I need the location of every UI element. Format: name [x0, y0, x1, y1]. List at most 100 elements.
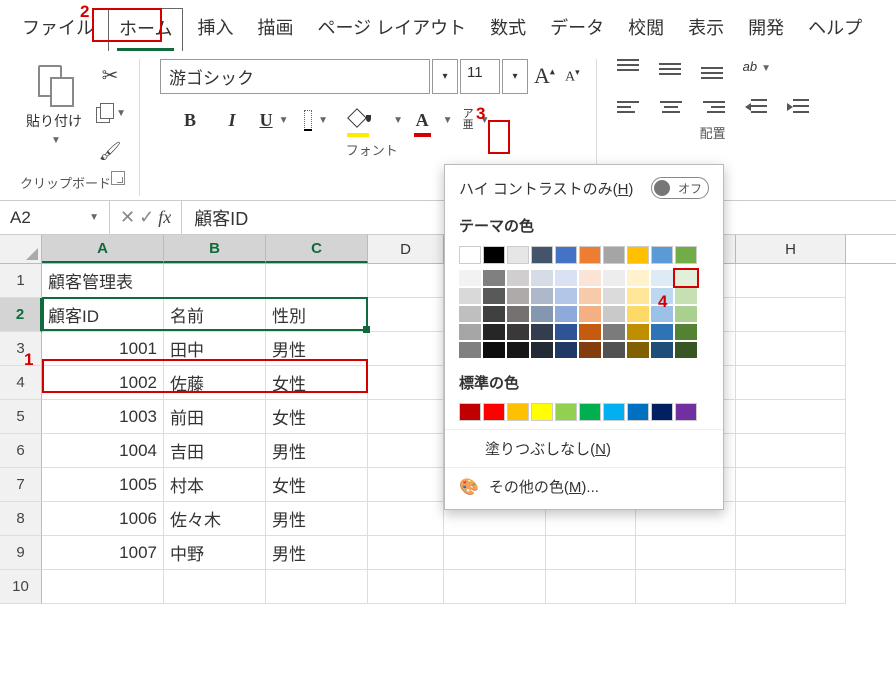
align-top-button[interactable] — [617, 59, 641, 79]
tab-file[interactable]: ファイル — [12, 8, 104, 51]
color-swatch[interactable] — [531, 324, 553, 340]
copy-button[interactable] — [94, 97, 126, 129]
color-swatch[interactable] — [483, 270, 505, 286]
row-header[interactable]: 1 — [0, 264, 42, 298]
font-color-button[interactable]: A — [422, 106, 446, 134]
increase-font-size-button[interactable]: A▴ — [530, 59, 559, 94]
color-swatch[interactable] — [603, 246, 625, 264]
cell[interactable] — [368, 468, 444, 502]
underline-button[interactable]: U — [262, 106, 286, 134]
tab-formulas[interactable]: 数式 — [480, 8, 536, 51]
cell[interactable] — [368, 434, 444, 468]
cell[interactable]: 顧客ID — [42, 298, 164, 332]
cell[interactable] — [164, 264, 266, 298]
color-swatch[interactable] — [627, 306, 649, 322]
align-left-button[interactable] — [617, 97, 641, 117]
fill-color-dropdown[interactable] — [388, 106, 404, 134]
col-header-c[interactable]: C — [266, 235, 368, 263]
cell[interactable]: 名前 — [164, 298, 266, 332]
cell[interactable] — [164, 570, 266, 604]
color-swatch[interactable] — [579, 246, 601, 264]
color-swatch[interactable] — [579, 342, 601, 358]
cell[interactable] — [368, 366, 444, 400]
color-swatch[interactable] — [675, 270, 697, 286]
align-right-button[interactable] — [701, 97, 725, 117]
cell[interactable]: 1006 — [42, 502, 164, 536]
cell[interactable]: 田中 — [164, 332, 266, 366]
tab-review[interactable]: 校閲 — [618, 8, 674, 51]
cell[interactable] — [368, 502, 444, 536]
cell[interactable]: 1005 — [42, 468, 164, 502]
cell[interactable]: 男性 — [266, 332, 368, 366]
cell[interactable]: 1007 — [42, 536, 164, 570]
bold-button[interactable]: B — [178, 106, 202, 134]
row-header[interactable]: 5 — [0, 400, 42, 434]
row-header[interactable]: 7 — [0, 468, 42, 502]
cell[interactable]: 1004 — [42, 434, 164, 468]
col-header-a[interactable]: A — [42, 235, 164, 263]
color-swatch[interactable] — [555, 403, 577, 421]
increase-indent-button[interactable] — [785, 97, 809, 117]
color-swatch[interactable] — [483, 342, 505, 358]
color-swatch[interactable] — [675, 324, 697, 340]
cell[interactable]: 1001 — [42, 332, 164, 366]
color-swatch[interactable] — [627, 403, 649, 421]
chevron-down-icon[interactable] — [89, 212, 99, 223]
high-contrast-toggle[interactable]: オフ — [651, 177, 709, 199]
cell[interactable] — [736, 264, 846, 298]
color-swatch[interactable] — [555, 342, 577, 358]
tab-draw[interactable]: 描画 — [247, 8, 303, 51]
color-swatch[interactable] — [675, 306, 697, 322]
paste-button[interactable]: 貼り付け — [20, 59, 88, 150]
cell[interactable]: 村本 — [164, 468, 266, 502]
color-swatch[interactable] — [459, 288, 481, 304]
cut-button[interactable] — [94, 59, 126, 91]
cell[interactable] — [546, 570, 636, 604]
decrease-font-size-button[interactable]: A▾ — [561, 63, 584, 98]
color-swatch[interactable] — [507, 342, 529, 358]
cell[interactable] — [444, 536, 546, 570]
cell[interactable]: 1003 — [42, 400, 164, 434]
color-swatch[interactable] — [627, 342, 649, 358]
tab-developer[interactable]: 開発 — [738, 8, 794, 51]
color-swatch[interactable] — [483, 324, 505, 340]
row-header[interactable]: 4 — [0, 366, 42, 400]
cell[interactable]: 女性 — [266, 366, 368, 400]
more-colors-item[interactable]: その他の色(M)... — [445, 467, 723, 505]
color-swatch[interactable] — [603, 288, 625, 304]
cell[interactable]: 前田 — [164, 400, 266, 434]
clipboard-dialog-launcher[interactable] — [111, 171, 127, 188]
cell[interactable] — [42, 570, 164, 604]
color-swatch[interactable] — [627, 288, 649, 304]
cell[interactable] — [736, 400, 846, 434]
cell[interactable] — [368, 400, 444, 434]
orientation-button[interactable]: ab — [743, 59, 771, 79]
tab-home[interactable]: ホーム — [108, 8, 183, 51]
cell[interactable] — [368, 264, 444, 298]
color-swatch[interactable] — [651, 342, 673, 358]
format-painter-button[interactable] — [94, 135, 126, 167]
color-swatch[interactable] — [579, 403, 601, 421]
color-swatch[interactable] — [603, 342, 625, 358]
color-swatch[interactable] — [675, 342, 697, 358]
color-swatch[interactable] — [483, 403, 505, 421]
color-swatch[interactable] — [627, 324, 649, 340]
accept-formula-button[interactable]: ✓ — [139, 207, 154, 228]
row-header[interactable]: 8 — [0, 502, 42, 536]
color-swatch[interactable] — [651, 270, 673, 286]
color-swatch[interactable] — [531, 306, 553, 322]
color-swatch[interactable] — [483, 246, 505, 264]
color-swatch[interactable] — [603, 403, 625, 421]
cell[interactable]: 吉田 — [164, 434, 266, 468]
color-swatch[interactable] — [459, 342, 481, 358]
cell[interactable] — [636, 570, 736, 604]
row-header[interactable]: 2 — [0, 298, 42, 332]
col-header-d[interactable]: D — [368, 235, 444, 263]
tab-data[interactable]: データ — [540, 8, 614, 51]
color-swatch[interactable] — [555, 288, 577, 304]
color-swatch[interactable] — [483, 306, 505, 322]
cell[interactable] — [266, 570, 368, 604]
color-swatch[interactable] — [555, 306, 577, 322]
color-swatch[interactable] — [651, 246, 673, 264]
row-header[interactable]: 9 — [0, 536, 42, 570]
